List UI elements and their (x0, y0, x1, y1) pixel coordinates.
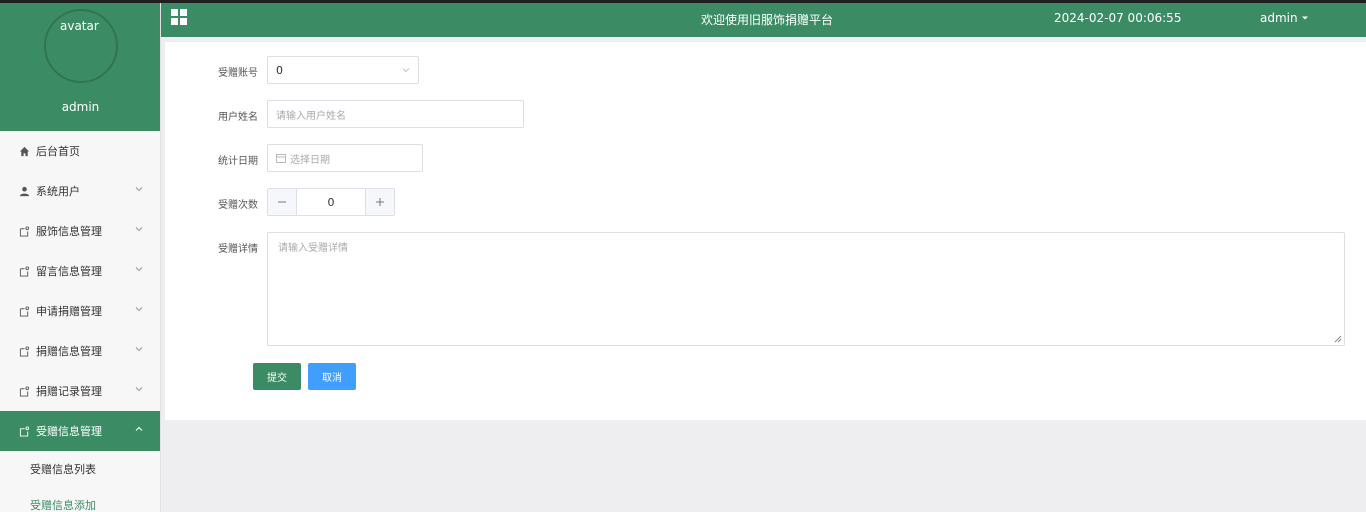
sidebar-item-recipient-info[interactable]: 受赠信息管理 (0, 411, 160, 451)
avatar-alt-text: avatar (60, 19, 99, 33)
top-navbar: 欢迎使用旧服饰捐赠平台 2024-02-07 00:06:55 admin (161, 3, 1366, 37)
page-title: 欢迎使用旧服饰捐赠平台 (701, 13, 834, 27)
count-label: 受赠次数 (218, 200, 258, 211)
decrement-button[interactable] (268, 189, 296, 215)
detail-placeholder: 请输入受赠详情 (278, 243, 348, 254)
submenu-item-recipient-list[interactable]: 受赠信息列表 (0, 451, 160, 487)
date-label: 统计日期 (218, 156, 258, 167)
user-dropdown[interactable]: admin (1260, 11, 1309, 25)
form-panel: 受赠账号 0 用户姓名 请输入用户姓名 统计日期 选择日期 受赠次数 0 受赠详… (165, 42, 1366, 420)
chevron-down-icon (135, 227, 143, 232)
account-select[interactable]: 0 (267, 56, 419, 84)
chevron-down-icon (135, 187, 143, 192)
chevron-up-icon (135, 426, 143, 431)
detail-textarea[interactable]: 请输入受赠详情 (267, 232, 1345, 346)
name-label: 用户姓名 (218, 112, 258, 123)
doc-icon (18, 345, 30, 357)
name-input[interactable]: 请输入用户姓名 (267, 100, 524, 128)
doc-icon (18, 305, 30, 317)
sidebar-item-home[interactable]: 后台首页 (0, 131, 160, 171)
minus-icon (278, 201, 286, 203)
submenu-item-recipient-add[interactable]: 受赠信息添加 (0, 487, 160, 512)
count-stepper: 0 (267, 188, 395, 216)
doc-icon (18, 425, 30, 437)
chevron-down-icon (402, 68, 410, 73)
sidebar-item-message-info[interactable]: 留言信息管理 (0, 251, 160, 291)
current-datetime: 2024-02-07 00:06:55 (1054, 11, 1182, 25)
user-dropdown-label: admin (1260, 11, 1298, 25)
sidebar-item-label: 捐赠信息管理 (36, 345, 102, 358)
sidebar-item-donation-info[interactable]: 捐赠信息管理 (0, 331, 160, 371)
date-placeholder: 选择日期 (290, 154, 330, 166)
chevron-down-icon (135, 267, 143, 272)
caret-down-icon (1301, 16, 1308, 20)
sidebar: avatar admin 后台首页 系统用户 服饰信息管理 留言信息管理 申请捐… (0, 3, 161, 512)
count-value-input[interactable]: 0 (296, 189, 366, 215)
calendar-icon (276, 154, 286, 163)
grid-menu-icon[interactable] (171, 9, 187, 25)
resize-handle-icon[interactable] (1334, 335, 1342, 343)
sidebar-item-label: 受赠信息管理 (36, 425, 102, 438)
cancel-button[interactable]: 取消 (308, 363, 356, 390)
sidebar-item-label: 服饰信息管理 (36, 225, 102, 238)
doc-icon (18, 385, 30, 397)
submit-button[interactable]: 提交 (253, 363, 301, 390)
sidebar-item-donation-records[interactable]: 捐赠记录管理 (0, 371, 160, 411)
sidebar-item-label: 捐赠记录管理 (36, 385, 102, 398)
sidebar-item-system-users[interactable]: 系统用户 (0, 171, 160, 211)
plus-icon (376, 198, 384, 206)
home-icon (18, 145, 30, 157)
doc-icon (18, 225, 30, 237)
chevron-down-icon (135, 387, 143, 392)
user-icon (18, 185, 30, 197)
sidebar-item-label: 系统用户 (36, 185, 80, 198)
detail-label: 受赠详情 (218, 244, 258, 255)
date-picker-input[interactable]: 选择日期 (267, 144, 423, 172)
profile-panel: avatar admin (0, 3, 160, 131)
sidebar-item-label: 留言信息管理 (36, 265, 102, 278)
account-label: 受赠账号 (218, 68, 258, 79)
chevron-down-icon (135, 307, 143, 312)
doc-icon (18, 265, 30, 277)
sidebar-item-donation-application[interactable]: 申请捐赠管理 (0, 291, 160, 331)
chevron-down-icon (135, 347, 143, 352)
name-input-placeholder: 请输入用户姓名 (276, 110, 346, 122)
increment-button[interactable] (366, 189, 394, 215)
account-select-value: 0 (276, 63, 283, 77)
sidebar-item-label: 申请捐赠管理 (36, 305, 102, 318)
profile-username: admin (61, 100, 100, 114)
sidebar-item-clothing-info[interactable]: 服饰信息管理 (0, 211, 160, 251)
sidebar-item-label: 后台首页 (36, 145, 80, 158)
